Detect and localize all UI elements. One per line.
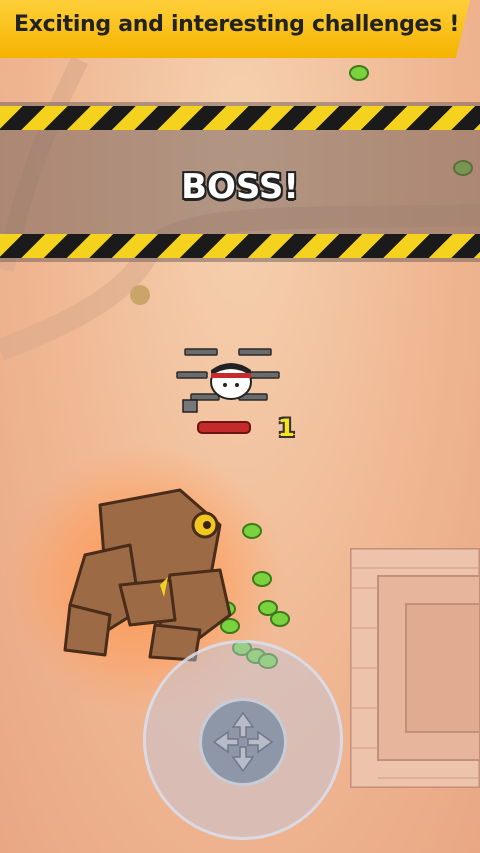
combo-counter: 1 — [278, 414, 295, 442]
player-health-bar — [197, 421, 251, 434]
game-stage: 1 BOSS! Exciting and interesting challen… — [0, 0, 480, 853]
golem-boss — [63, 488, 232, 662]
slime-icon — [252, 571, 272, 587]
slime-icon — [242, 523, 262, 539]
slime-icon — [349, 65, 369, 81]
pistol-icon — [182, 399, 198, 413]
promo-banner-text: Exciting and interesting challenges ! — [14, 12, 460, 37]
hazard-stripe-bottom — [0, 234, 480, 258]
joystick-knob[interactable] — [199, 698, 287, 786]
move-arrows-icon — [212, 711, 274, 773]
hazard-stripe-top — [0, 106, 480, 130]
slime-icon — [270, 611, 290, 627]
boss-alert-text: BOSS! — [181, 167, 299, 207]
player-character — [176, 348, 280, 413]
